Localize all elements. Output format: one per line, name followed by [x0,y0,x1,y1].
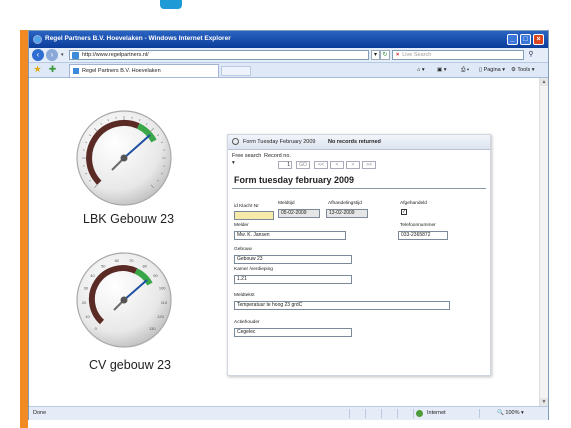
feeds-icon[interactable]: ▣ ▾ [437,65,447,75]
gauge-tick-label: 20 [82,300,87,305]
gauge-tick-label: 60 [115,258,120,263]
status-text: Done [33,410,47,416]
orange-side-strip [20,30,28,428]
gauge-label-lbk: LBK Gebouw 23 [83,212,175,226]
form-icon [232,138,239,145]
gauge-cv: 0102030405060 708090100110120130 [76,252,172,348]
telefoonnummer-label: Telefoonnummer [400,223,436,228]
melder-input[interactable]: Mw. K. Jansen [234,231,346,240]
gebouw-input[interactable]: Gebouw 23 [234,255,352,264]
tab-regel-partners[interactable]: Regel Partners B.V. Hoevelaken [69,64,219,77]
gauge-tick-label: 40 [90,273,95,278]
meldtekst-label: Meldtekst [234,293,255,298]
zone-text: Internet [427,410,446,416]
browser-window: Regel Partners B.V. Hoevelaken - Windows… [28,30,549,420]
first-record-button[interactable]: << [314,161,328,169]
scroll-down-icon[interactable]: ▼ [540,398,548,406]
gauge-tick-label: 80 [142,263,147,268]
history-dropdown-icon[interactable]: ▾ [61,52,64,58]
forward-button[interactable]: › [46,49,58,61]
minimize-button[interactable]: _ [507,34,518,45]
decorative-tab-shape [160,0,182,9]
previous-record-button[interactable]: < [330,161,344,169]
favorites-star-icon[interactable]: ★ [32,64,43,75]
gauge-tick-label: 70 [129,258,134,263]
page-icon [73,68,79,74]
gauge-tick-label: 130 [149,326,156,331]
afgehandeld-checkbox[interactable]: ✓ [401,209,407,215]
gauge-tick-label: 30 [84,286,89,291]
refresh-icon[interactable]: ↻ [380,50,390,60]
page-top-band [0,0,571,30]
title-bar: Regel Partners B.V. Hoevelaken - Windows… [29,31,548,48]
free-search-label: Free search [232,153,262,159]
address-bar-row: ‹ › ▾ http://www.regelpartners.nl/ ▾ ↻ ×… [29,48,548,63]
gauge-lbk [76,110,172,206]
kamer-input[interactable]: 1.21 [234,275,352,284]
tools-menu[interactable]: ⚙ Tools ▾ [511,65,535,75]
gauge-tick-label: 50 [101,263,106,268]
add-favorites-icon[interactable]: ✚ [47,64,58,75]
form-header-title: Form Tuesday February 2009 [243,139,316,145]
gauge-label-cv: CV gebouw 23 [89,358,172,372]
gauge-tick-label: 10 [85,314,90,319]
search-icon[interactable]: ⚲ [526,50,536,60]
address-dropdown-icon[interactable]: ▾ [371,50,380,60]
gauge-tick-label: 100 [159,286,166,291]
actiehouder-label: Actiehouder [234,320,260,325]
record-no-input[interactable]: 1 [278,161,292,169]
gebouw-label: Gebouw [234,247,252,252]
meldtijd-label: Meldtijd [278,201,295,206]
zoom-level[interactable]: 🔍 100% ▾ [497,410,524,416]
window-title: Regel Partners B.V. Hoevelaken - Windows… [45,35,231,42]
search-input[interactable]: × Live Search [392,50,524,60]
gauge-tick-label: 90 [153,273,158,278]
page-menu[interactable]: ▯ Pagina ▾ [479,65,505,75]
telefoonnummer-input[interactable]: 033-2365872 [398,231,448,240]
page-icon [72,52,79,59]
kamer-label: Kamer /verdieping [234,267,273,272]
ie-logo-icon [33,35,42,44]
divider [232,188,486,189]
maximize-button[interactable]: □ [520,34,531,45]
home-icon[interactable]: ⌂ ▾ [417,65,425,75]
gauge-tick-label: 120 [157,314,164,319]
free-search-dropdown-icon[interactable]: ▾ [232,160,235,166]
afgehandeld-label: Afgehandeld [400,201,427,206]
back-button[interactable]: ‹ [32,49,44,61]
status-bar: Done Internet 🔍 100% ▾ [29,406,548,420]
record-no-label: Record no. [264,153,291,159]
print-icon[interactable]: ⎙ ▾ [461,65,469,75]
form-panel: Form Tuesday February 2009 No records re… [227,134,491,376]
form-toolbar: Free search ▾ Record no. 1 GO << < > >> [228,150,490,172]
go-button[interactable]: GO [296,161,310,169]
form-header-status: No records returned [328,139,381,145]
scroll-up-icon[interactable]: ▲ [540,78,548,86]
url-text: http://www.regelpartners.nl/ [82,52,149,58]
melder-label: Melder [234,223,249,228]
afhandelingstijd-input[interactable]: 13-02-2009 [326,209,368,218]
form-title: Form tuesday february 2009 [234,175,355,185]
page-content: ▲ ▼ LBK Gebouw 23 0 10 20 30 40 50 60 70… [29,78,548,406]
actiehouder-input[interactable]: Cegelec [234,328,352,337]
meldtekst-input[interactable]: Temperatuur te hoog 23 grdC [234,301,450,310]
address-input[interactable]: http://www.regelpartners.nl/ [69,50,369,60]
last-record-button[interactable]: >> [362,161,376,169]
form-header: Form Tuesday February 2009 No records re… [228,135,490,150]
close-button[interactable]: × [533,34,544,45]
afhandelingstijd-label: Afhandelingstijd [328,201,362,206]
gauge-tick-label: 110 [161,300,168,305]
id-klacht-input[interactable] [234,211,274,220]
new-tab-button[interactable] [221,66,251,76]
internet-zone-icon [416,410,423,417]
id-klacht-label: id Klacht Nr [234,204,259,209]
stop-icon: × [396,52,400,58]
tab-bar: ★ ✚ Regel Partners B.V. Hoevelaken ⌂ ▾ ▣… [29,63,548,78]
vertical-scrollbar[interactable]: ▲ ▼ [539,78,548,406]
next-record-button[interactable]: > [346,161,360,169]
meldtijd-input[interactable]: 05-02-2009 [278,209,320,218]
